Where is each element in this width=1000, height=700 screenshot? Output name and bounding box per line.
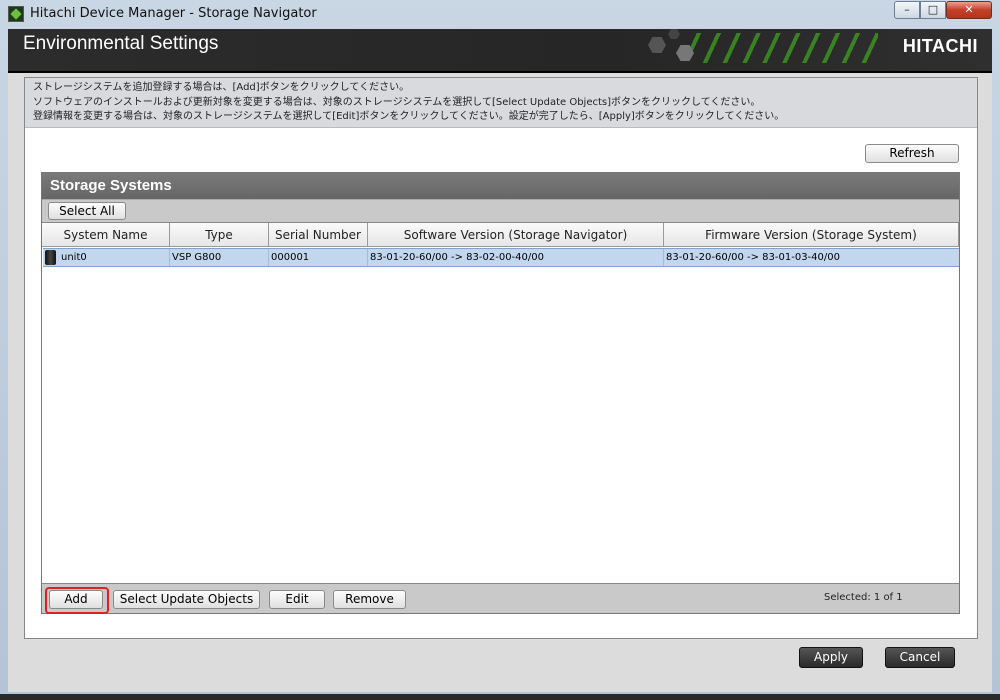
panel-action-bar: Add Select Update Objects Edit Remove Se… [42,583,959,614]
select-update-objects-button[interactable]: Select Update Objects [113,590,260,609]
storage-system-icon [45,250,56,265]
instruction-box: ストレージシステムを追加登録する場合は、[Add]ボタンをクリックしてください。… [25,78,977,128]
application-window: Hitachi Device Manager - Storage Navigat… [0,0,1000,700]
table-row[interactable]: unit0 VSP G800 000001 83-01-20-60/00 -> … [43,248,959,267]
refresh-button[interactable]: Refresh [865,144,959,163]
storage-systems-panel: Storage Systems Select All System Name T… [41,172,960,614]
app-header: Environmental Settings HITACHI [8,29,992,73]
column-header-serial-number[interactable]: Serial Number [269,223,368,247]
cell-firmware-version: 83-01-20-60/00 -> 83-01-03-40/00 [666,252,840,263]
content-area: ストレージシステムを追加登録する場合は、[Add]ボタンをクリックしてください。… [24,77,978,639]
remove-button[interactable]: Remove [333,590,406,609]
app-icon [8,6,24,22]
cell-serial-number: 000001 [269,249,368,266]
hexagon-decoration [648,37,666,53]
window-title: Hitachi Device Manager - Storage Navigat… [30,6,317,21]
apply-button[interactable]: Apply [799,647,863,668]
window-bottom-edge [0,694,1000,700]
edit-button[interactable]: Edit [269,590,325,609]
dialog-footer: Apply Cancel [8,639,992,692]
close-button[interactable]: ✕ [946,1,992,19]
panel-title: Storage Systems [42,173,959,199]
instruction-line: ストレージシステムを追加登録する場合は、[Add]ボタンをクリックしてください。 [33,82,410,93]
minimize-button[interactable]: – [894,1,920,19]
hexagon-decoration [668,29,680,39]
window-titlebar[interactable]: Hitachi Device Manager - Storage Navigat… [0,0,1000,28]
client-area: Environmental Settings HITACHI ストレージシステム… [8,29,992,692]
add-button[interactable]: Add [49,590,103,609]
page-title: Environmental Settings [23,33,219,54]
storage-systems-table: System Name Type Serial Number Software … [42,223,959,583]
instruction-line: ソフトウェアのインストールおよび更新対象を変更する場合は、対象のストレージシステ… [33,96,761,108]
cancel-button[interactable]: Cancel [885,647,955,668]
instruction-line: 登録情報を変更する場合は、対象のストレージシステムを選択して[Edit]ボタンを… [33,111,785,122]
cell-type: VSP G800 [170,249,269,266]
column-header-software-version[interactable]: Software Version (Storage Navigator) [368,223,664,247]
maximize-button[interactable]: □ [920,1,946,19]
column-header-system-name[interactable]: System Name [42,223,170,247]
selected-count: Selected: 1 of 1 [824,592,903,603]
cell-software-version: 83-01-20-60/00 -> 83-02-00-40/00 [368,249,664,266]
select-all-button[interactable]: Select All [48,202,126,220]
header-decoration [688,33,878,63]
hitachi-logo: HITACHI [902,36,978,56]
column-header-type[interactable]: Type [170,223,269,247]
column-header-firmware-version[interactable]: Firmware Version (Storage System) [664,223,959,247]
cell-system-name: unit0 [43,249,170,266]
system-name-text: unit0 [61,252,87,263]
window-controls: – □ ✕ [894,1,992,19]
panel-toolbar: Select All [42,199,959,223]
